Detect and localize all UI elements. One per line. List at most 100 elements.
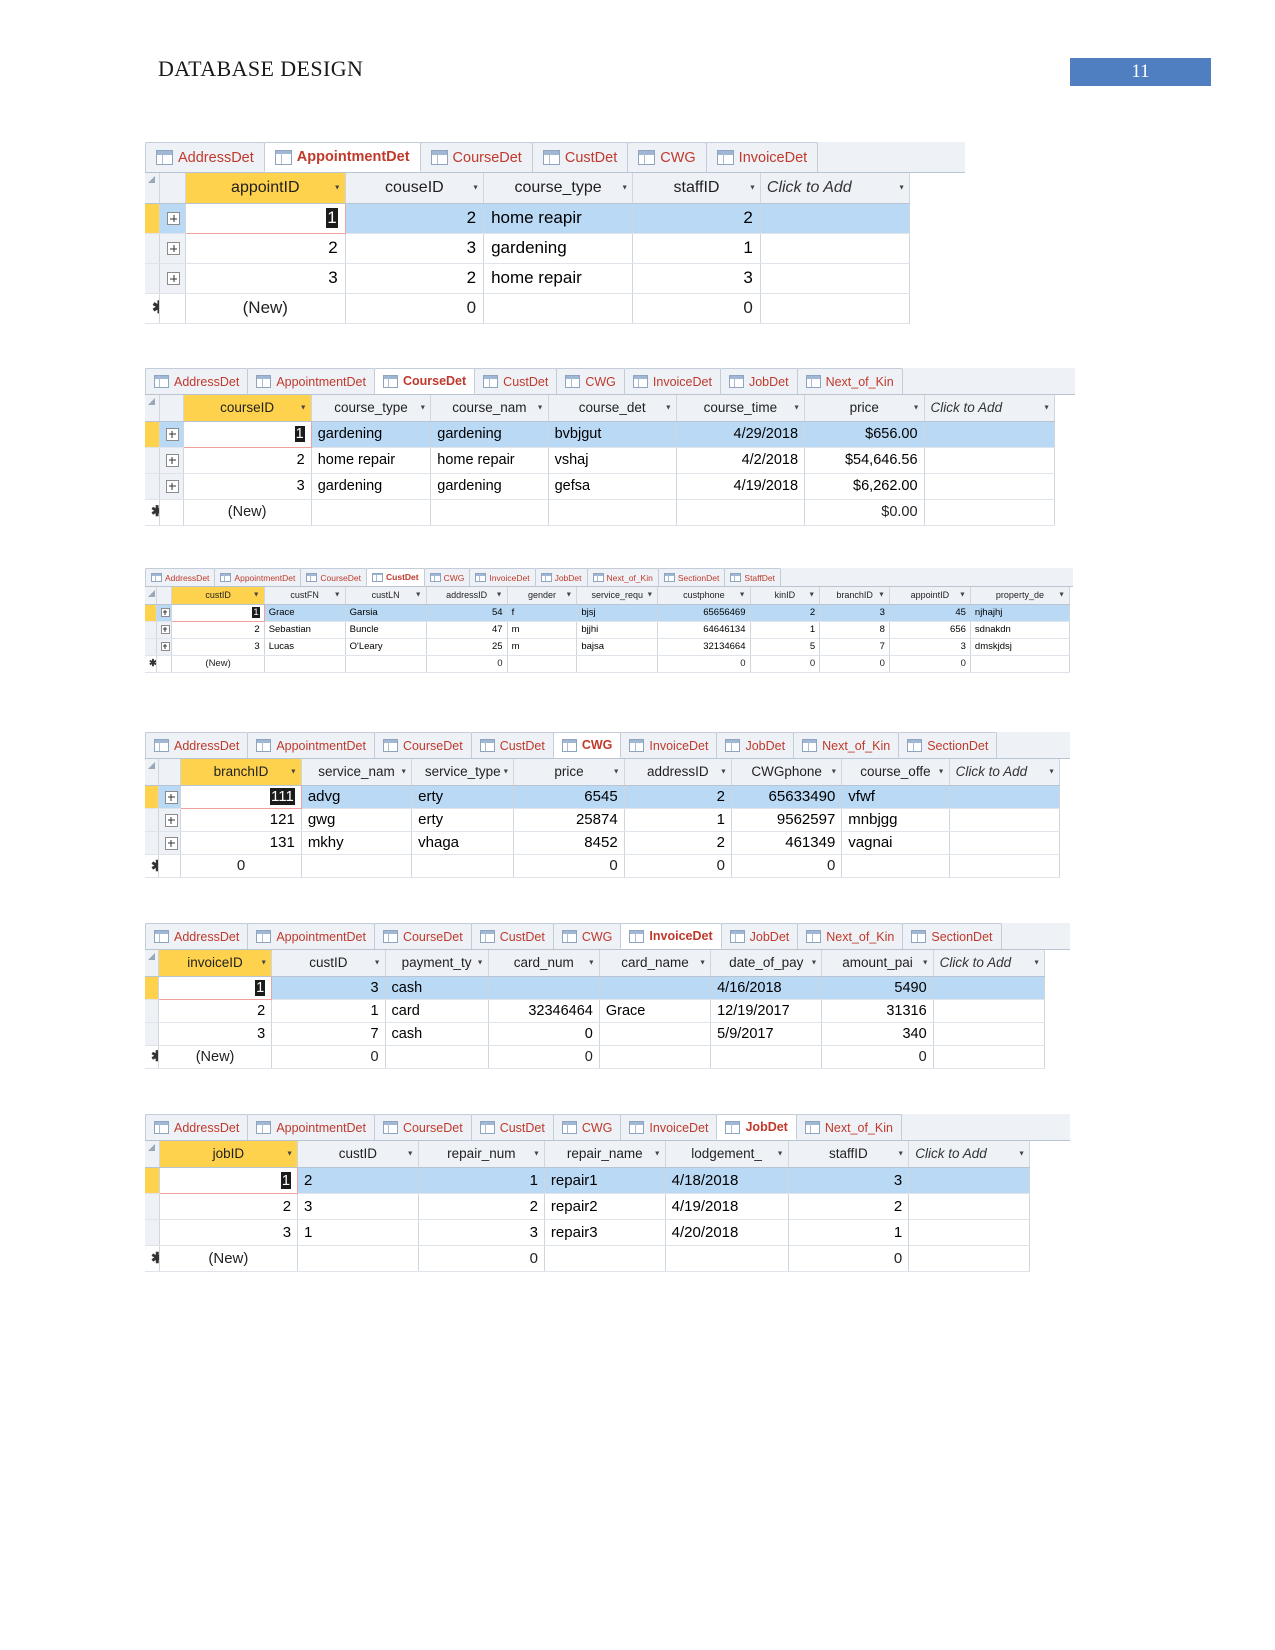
chevron-down-icon[interactable]: ▼: [621, 184, 628, 191]
column-header-courseid[interactable]: courseID ▼: [183, 395, 312, 422]
new-record-selector[interactable]: ✱: [145, 293, 161, 324]
column-header-course-offe[interactable]: course_offe ▼: [841, 759, 950, 786]
cell[interactable]: 12/19/2017: [710, 999, 823, 1023]
cell[interactable]: 4/29/2018: [676, 421, 806, 448]
tab-appointmentdet[interactable]: AppointmentDet: [247, 923, 375, 949]
new-record-selector[interactable]: ✱: [145, 1245, 160, 1272]
new-record-cell[interactable]: 0: [731, 854, 843, 878]
row-selector[interactable]: [145, 638, 157, 656]
expand-subdatasheet-cell[interactable]: [158, 831, 182, 855]
select-all-corner[interactable]: [145, 173, 161, 204]
row-selector[interactable]: [145, 421, 160, 448]
cell[interactable]: Buncle: [345, 621, 427, 639]
chevron-down-icon[interactable]: ▼: [472, 184, 479, 191]
tab-coursedet[interactable]: CourseDet: [373, 923, 472, 949]
expand-plus-icon[interactable]: [160, 641, 170, 651]
row-selector[interactable]: [145, 203, 161, 234]
column-header-click-to-add[interactable]: Click to Add ▼: [933, 950, 1046, 977]
tab-custdet[interactable]: CustDet: [470, 732, 554, 758]
cell[interactable]: 3: [159, 1219, 299, 1246]
new-record-cell[interactable]: 0: [345, 293, 485, 324]
cell[interactable]: Garsia: [345, 604, 427, 622]
tab-jobdet[interactable]: JobDet: [716, 732, 795, 758]
cell[interactable]: [949, 785, 1061, 809]
table-row[interactable]: 2 1 card 32346464 Grace 12/19/2017 31316: [145, 999, 1046, 1023]
tab-next-of-kin[interactable]: Next_of_Kin: [793, 732, 900, 758]
chevron-down-icon[interactable]: ▼: [938, 768, 945, 775]
tab-invoicedet[interactable]: InvoiceDet: [469, 568, 536, 586]
new-record-row[interactable]: ✱ (New) $0.00: [145, 499, 1056, 526]
new-record-cell[interactable]: 0: [488, 1045, 600, 1069]
cell[interactable]: 3: [183, 473, 312, 500]
tab-sectiondet[interactable]: SectionDet: [898, 732, 998, 758]
tab-appointmentdet[interactable]: AppointmentDet: [247, 1114, 375, 1140]
table-row[interactable]: 1 Grace Garsia 54 f bjsj 65656469 2 3 45 njhajhj: [145, 603, 1071, 622]
table-row[interactable]: 2 Sebastian Buncle 47 m bjjhi 64646134 1 8 656 sdn…: [145, 621, 1071, 639]
cell[interactable]: 1: [624, 808, 732, 832]
column-header-custphone[interactable]: custphone ▼: [657, 587, 751, 605]
column-header-card-num[interactable]: card_num ▼: [488, 950, 600, 977]
table-row[interactable]: 111 advg erty 6545 2 65633490 vfwf: [145, 784, 1061, 809]
cell[interactable]: bjsj: [576, 604, 659, 622]
cell[interactable]: 5: [750, 638, 821, 656]
cell[interactable]: vfwf: [841, 785, 950, 809]
tab-next-of-kin[interactable]: Next_of_Kin: [586, 568, 659, 586]
row-selector[interactable]: [145, 604, 157, 622]
cell[interactable]: [924, 421, 1056, 448]
column-header-couseid[interactable]: couseID ▼: [345, 173, 485, 204]
tab-jobdet[interactable]: JobDet: [534, 568, 588, 586]
expand-subdatasheet-cell[interactable]: [159, 263, 186, 294]
chevron-down-icon[interactable]: ▼: [922, 959, 929, 966]
row-selector[interactable]: [145, 233, 161, 264]
chevron-down-icon[interactable]: ▼: [477, 959, 484, 966]
cell[interactable]: 3: [788, 1167, 910, 1194]
cell[interactable]: 656: [889, 621, 971, 639]
table-row[interactable]: 3 1 3 repair3 4/20/2018 1: [145, 1219, 1030, 1246]
tab-cwg[interactable]: CWG: [552, 732, 622, 758]
select-all-corner[interactable]: [145, 395, 160, 422]
new-record-cell[interactable]: [483, 293, 634, 324]
table-row[interactable]: 2 3 2 repair2 4/19/2018 2: [145, 1193, 1030, 1220]
column-header-payment-ty[interactable]: payment_ty ▼: [385, 950, 489, 977]
chevron-down-icon[interactable]: ▼: [613, 768, 620, 775]
column-header-click-to-add[interactable]: Click to Add ▼: [949, 759, 1061, 786]
cell[interactable]: [933, 1022, 1046, 1046]
cell[interactable]: 5490: [821, 976, 934, 1000]
chevron-down-icon[interactable]: ▼: [1048, 768, 1055, 775]
expand-subdatasheet-cell[interactable]: [159, 203, 186, 234]
chevron-down-icon[interactable]: ▼: [1058, 592, 1065, 599]
tab-cwg[interactable]: CWG: [552, 923, 622, 949]
cell[interactable]: 4/19/2018: [665, 1193, 789, 1220]
cell[interactable]: 4/19/2018: [676, 473, 806, 500]
column-header-service-type[interactable]: service_type ▼: [411, 759, 515, 786]
column-header-lodgement-[interactable]: lodgement_ ▼: [665, 1141, 789, 1168]
cell[interactable]: vagnai: [841, 831, 950, 855]
new-record-cell[interactable]: (New): [158, 1045, 273, 1069]
tab-addressdet[interactable]: AddressDet: [145, 368, 249, 394]
expand-subdatasheet-cell[interactable]: [159, 447, 184, 474]
chevron-down-icon[interactable]: ▼: [897, 1150, 904, 1157]
cell[interactable]: 7: [819, 638, 890, 656]
cell[interactable]: 1: [158, 1166, 299, 1194]
tab-custdet[interactable]: CustDet: [366, 568, 425, 586]
cell[interactable]: bjjhi: [576, 621, 659, 639]
cell[interactable]: [924, 447, 1056, 474]
column-header-branchid[interactable]: branchID ▼: [180, 759, 302, 786]
tab-addressdet[interactable]: AddressDet: [145, 142, 265, 172]
cell[interactable]: 3: [297, 1193, 419, 1220]
table-row[interactable]: 3 7 cash 0 5/9/2017 340: [145, 1022, 1046, 1046]
tab-coursedet[interactable]: CourseDet: [373, 732, 472, 758]
expand-plus-icon[interactable]: [165, 453, 179, 467]
new-record-row[interactable]: ✱ (New) 0 0: [145, 293, 911, 324]
cell[interactable]: 1: [632, 233, 761, 264]
cell[interactable]: 2: [788, 1193, 910, 1220]
cell[interactable]: O'Leary: [345, 638, 427, 656]
cell[interactable]: advg: [301, 785, 413, 809]
cell[interactable]: 2: [624, 785, 732, 809]
chevron-down-icon[interactable]: ▼: [537, 404, 544, 411]
expand-subdatasheet-cell[interactable]: [159, 233, 186, 264]
cell[interactable]: [949, 808, 1061, 832]
new-record-cell[interactable]: 0: [750, 655, 821, 673]
chevron-down-icon[interactable]: ▼: [739, 592, 746, 599]
cell[interactable]: gardening: [483, 233, 634, 264]
